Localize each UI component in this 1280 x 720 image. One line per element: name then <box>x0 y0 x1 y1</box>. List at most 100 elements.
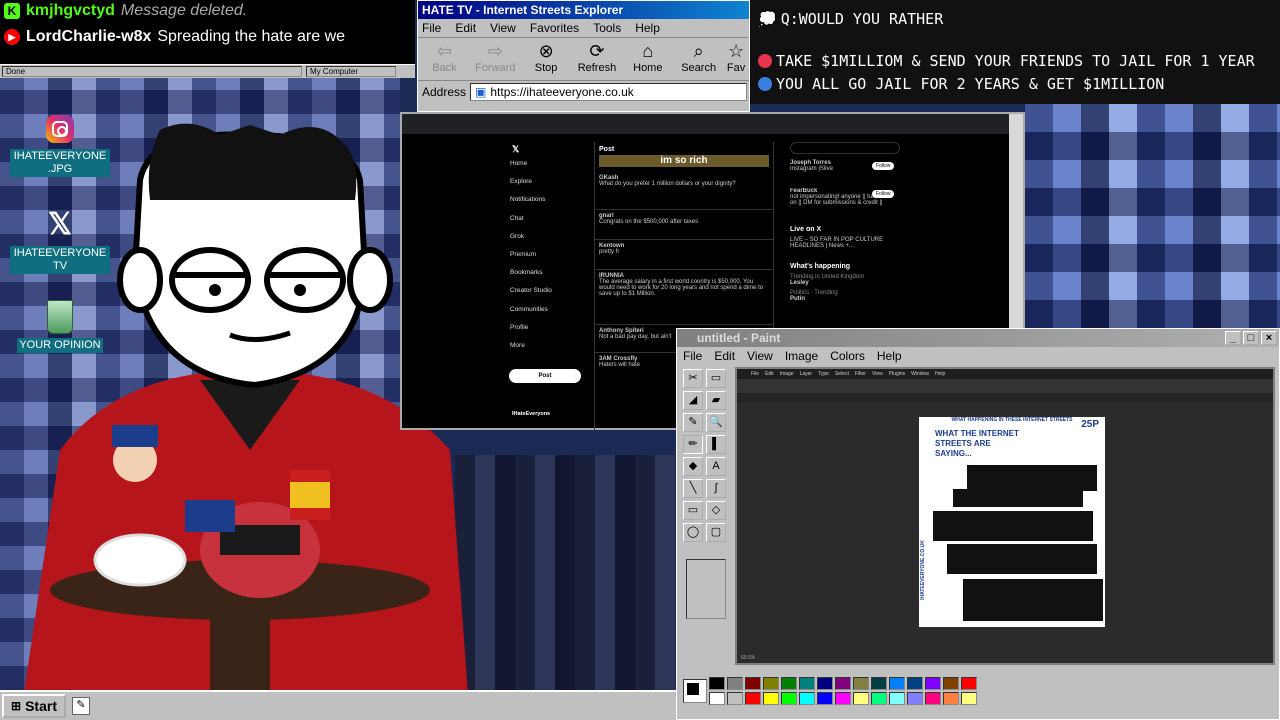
palette-color-swatch[interactable] <box>799 692 815 705</box>
nav-chat[interactable]: Chat <box>510 215 590 233</box>
nav-communities[interactable]: Communities <box>510 306 590 324</box>
curve-icon[interactable]: ∫ <box>706 479 726 498</box>
maximize-button[interactable]: □ <box>1243 331 1259 345</box>
menu-file[interactable]: File <box>683 349 702 363</box>
quick-launch-icon[interactable]: ✎ <box>72 697 90 715</box>
eraser-icon[interactable]: ◢ <box>683 391 703 410</box>
close-button[interactable]: × <box>1261 331 1277 345</box>
palette-color-swatch[interactable] <box>961 677 977 690</box>
favorites-button[interactable]: ☆ Fav <box>727 40 745 78</box>
refresh-button[interactable]: ⟳ Refresh <box>575 40 620 78</box>
palette-color-swatch[interactable] <box>871 692 887 705</box>
start-button[interactable]: ⊞ Start <box>2 694 66 718</box>
stop-button[interactable]: ⊗ Stop <box>524 40 569 78</box>
palette-color-swatch[interactable] <box>763 677 779 690</box>
chat-username[interactable]: LordCharlie-w8x <box>26 28 151 46</box>
live-item[interactable]: LIVE – SO FAR IN POP CULTURE HEADLINES |… <box>790 237 900 263</box>
palette-color-swatch[interactable] <box>853 677 869 690</box>
tweet[interactable]: gnarl Congrats on the $500,000 after taxe… <box>595 210 773 240</box>
eyedropper-icon[interactable]: ✎ <box>683 413 703 432</box>
rounded-rect-icon[interactable]: ▢ <box>706 523 726 542</box>
palette-color-swatch[interactable] <box>853 692 869 705</box>
menu-file[interactable]: File <box>422 21 441 35</box>
search-box[interactable] <box>790 142 900 154</box>
palette-color-swatch[interactable] <box>817 692 833 705</box>
trend-item[interactable]: Politics · Trending Putin <box>790 290 900 302</box>
nav-home[interactable]: Home <box>510 160 590 178</box>
desktop-icon-recycle-bin[interactable]: YOUR OPINION <box>10 300 110 353</box>
rectangle-icon[interactable]: ▭ <box>683 501 703 520</box>
palette-color-swatch[interactable] <box>745 692 761 705</box>
address-input[interactable]: ▣ https://ihateeveryone.co.uk <box>470 83 747 101</box>
profile-chip[interactable]: IHateEveryone <box>512 411 550 417</box>
palette-color-swatch[interactable] <box>781 677 797 690</box>
palette-color-swatch[interactable] <box>925 692 941 705</box>
line-icon[interactable]: ╲ <box>683 479 703 498</box>
menu-edit[interactable]: Edit <box>714 349 735 363</box>
menu-view[interactable]: View <box>747 349 773 363</box>
palette-color-swatch[interactable] <box>925 677 941 690</box>
menu-help[interactable]: Help <box>635 21 660 35</box>
palette-color-swatch[interactable] <box>889 677 905 690</box>
nav-explore[interactable]: Explore <box>510 178 590 196</box>
menu-help[interactable]: Help <box>877 349 902 363</box>
pencil-icon[interactable]: ✏ <box>683 435 703 454</box>
nav-more[interactable]: More <box>510 342 590 360</box>
nav-bookmarks[interactable]: Bookmarks <box>510 269 590 287</box>
palette-color-swatch[interactable] <box>943 677 959 690</box>
palette-color-swatch[interactable] <box>835 692 851 705</box>
menu-favorites[interactable]: Favorites <box>530 21 579 35</box>
trend-item[interactable]: Trending in United Kingdom Lesley <box>790 274 900 286</box>
menu-colors[interactable]: Colors <box>830 349 865 363</box>
magnifier-icon[interactable]: 🔍 <box>706 413 726 432</box>
palette-color-swatch[interactable] <box>871 677 887 690</box>
color-swatch-current[interactable] <box>683 679 707 703</box>
desktop-icon-instagram[interactable]: IHATEEVERYONE .JPG <box>10 115 110 177</box>
desktop-icon-x[interactable]: 𝕏 IHATEEVERYONE TV <box>10 210 110 274</box>
palette-color-swatch[interactable] <box>943 692 959 705</box>
fill-icon[interactable]: ▰ <box>706 391 726 410</box>
tweet[interactable]: IRUNNIA The average salary in a first wor… <box>595 270 773 325</box>
palette-color-swatch[interactable] <box>745 677 761 690</box>
ellipse-icon[interactable]: ◯ <box>683 523 703 542</box>
brush-icon[interactable]: ▌ <box>706 435 726 454</box>
follow-button[interactable]: Follow <box>872 190 895 198</box>
text-icon[interactable]: A <box>706 457 726 476</box>
airbrush-icon[interactable]: ◆ <box>683 457 703 476</box>
palette-color-swatch[interactable] <box>781 692 797 705</box>
palette-color-swatch[interactable] <box>727 692 743 705</box>
palette-color-swatch[interactable] <box>799 677 815 690</box>
menu-edit[interactable]: Edit <box>455 21 476 35</box>
menu-view[interactable]: View <box>490 21 516 35</box>
nav-grok[interactable]: Grok <box>510 233 590 251</box>
polygon-icon[interactable]: ◇ <box>706 501 726 520</box>
post-button[interactable]: Post <box>509 369 581 383</box>
tweet[interactable]: GKash What do you prefer 1 million dollar… <box>595 172 773 210</box>
palette-color-swatch[interactable] <box>817 677 833 690</box>
palette-color-swatch[interactable] <box>709 692 725 705</box>
menu-image[interactable]: Image <box>785 349 818 363</box>
palette-color-swatch[interactable] <box>709 677 725 690</box>
nav-creator-studio[interactable]: Creator Studio <box>510 287 590 305</box>
rect-select-icon[interactable]: ▭ <box>706 369 726 388</box>
palette-color-swatch[interactable] <box>727 677 743 690</box>
palette-color-swatch[interactable] <box>763 692 779 705</box>
home-button[interactable]: ⌂ Home <box>625 40 670 78</box>
menu-tools[interactable]: Tools <box>593 21 621 35</box>
palette-color-swatch[interactable] <box>907 677 923 690</box>
search-button[interactable]: ⌕ Search <box>676 40 721 78</box>
free-select-icon[interactable]: ✂ <box>683 369 703 388</box>
nav-notifications[interactable]: Notifications <box>510 196 590 214</box>
palette-color-swatch[interactable] <box>835 677 851 690</box>
forward-button[interactable]: ⇨ Forward <box>473 40 518 78</box>
paint-canvas[interactable]: File Edit Image Layer Type Select Filter View Pl… <box>735 367 1275 665</box>
tweet[interactable]: Kentown pretty fr <box>595 240 773 270</box>
palette-color-swatch[interactable] <box>907 692 923 705</box>
chat-username[interactable]: kmjhgvctyd <box>26 2 115 20</box>
palette-color-swatch[interactable] <box>961 692 977 705</box>
nav-premium[interactable]: Premium <box>510 251 590 269</box>
palette-color-swatch[interactable] <box>889 692 905 705</box>
back-button[interactable]: ⇦ Back <box>422 40 467 78</box>
minimize-button[interactable]: _ <box>1225 331 1241 345</box>
follow-button[interactable]: Follow <box>872 162 895 170</box>
